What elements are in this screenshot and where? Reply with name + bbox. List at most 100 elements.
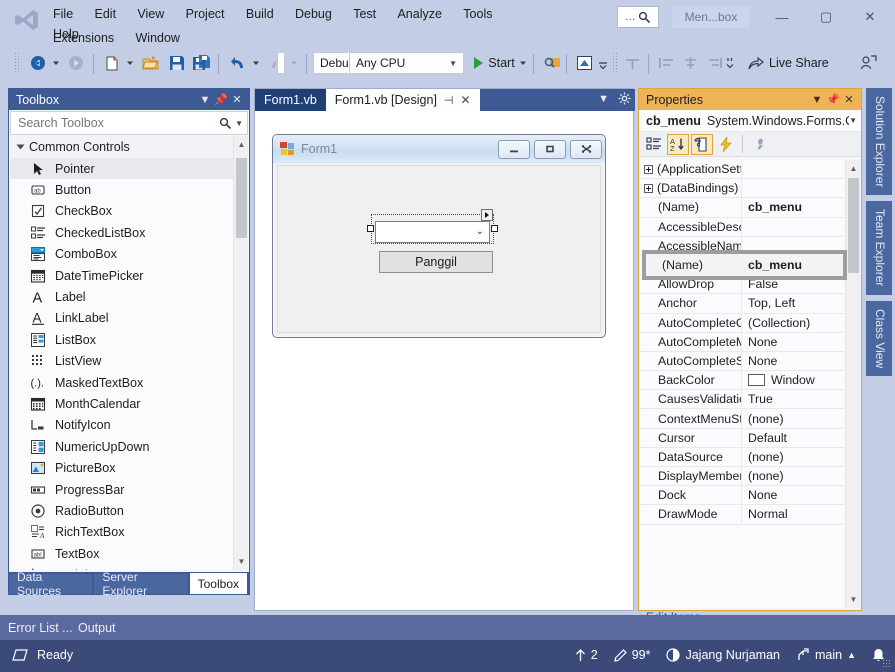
properties-scroll-up-icon[interactable]: ▲ xyxy=(846,160,861,177)
toolbox-item-linklabel[interactable]: A LinkLabel xyxy=(10,308,248,329)
tab-toolbox[interactable]: Toolbox xyxy=(189,573,247,594)
properties-pin-icon[interactable]: 📌 xyxy=(825,93,841,106)
resize-handle-right[interactable] xyxy=(491,225,498,232)
window-maximize-button[interactable]: ▢ xyxy=(804,4,848,30)
properties-scroll-down-icon[interactable]: ▼ xyxy=(846,591,861,608)
toolbox-item-progressbar[interactable]: ProgressBar xyxy=(10,479,248,500)
status-pending-changes[interactable]: 99* xyxy=(613,648,650,662)
properties-close-icon[interactable]: ✕ xyxy=(841,93,857,106)
form-button-panggil[interactable]: Panggil xyxy=(379,251,493,273)
toolbox-group-common-controls[interactable]: Common Controls xyxy=(10,136,248,158)
redo-dropdown[interactable] xyxy=(288,49,300,77)
status-outgoing-commits[interactable]: 2 xyxy=(575,648,598,662)
align-to-grid-button[interactable] xyxy=(620,49,644,77)
properties-object-selector[interactable]: cb_menu System.Windows.Forms.Co ▼ xyxy=(639,110,861,132)
align-centers-button[interactable] xyxy=(678,49,702,77)
toolbox-item-checkbox[interactable]: CheckBox xyxy=(10,201,248,222)
categorized-view-button[interactable] xyxy=(643,134,665,155)
property-row-name[interactable]: (Name) cb_menu xyxy=(640,198,844,218)
resize-grip[interactable] xyxy=(882,659,892,669)
window-minimize-button[interactable]: — xyxy=(760,4,804,30)
new-item-dropdown[interactable] xyxy=(124,49,136,77)
doc-tab-form1-design[interactable]: Form1.vb [Design] ⊣ ✕ xyxy=(325,89,480,111)
menu-edit[interactable]: Edit xyxy=(86,2,126,26)
property-row-autocompletesc[interactable]: AutoCompleteSc None xyxy=(640,351,844,372)
menu-tools[interactable]: Tools xyxy=(454,2,501,26)
tab-server-explorer[interactable]: Server Explorer xyxy=(94,570,188,598)
focused-property-value[interactable]: cb_menu xyxy=(742,258,843,272)
save-button[interactable] xyxy=(165,49,189,77)
menu-test[interactable]: Test xyxy=(344,2,385,26)
toolbox-item-richtextbox[interactable]: A RichTextBox xyxy=(10,522,248,543)
property-row-applicationsetti[interactable]: (ApplicationSetti xyxy=(640,160,844,180)
property-row-backcolor[interactable]: BackColor Window xyxy=(640,371,844,391)
vtab-class-view[interactable]: Class View xyxy=(866,300,892,376)
property-row-datasource[interactable]: DataSource (none) xyxy=(640,447,844,467)
menu-debug[interactable]: Debug xyxy=(286,2,341,26)
toolbox-item-notifyicon[interactable]: NotifyIcon xyxy=(10,415,248,436)
toolbar-overflow-2[interactable] xyxy=(722,49,738,77)
toolbar-grip[interactable] xyxy=(14,52,20,74)
scroll-up-icon[interactable]: ▲ xyxy=(234,136,249,153)
toolbox-item-checkedlistbox[interactable]: CheckedListBox xyxy=(10,222,248,243)
doc-tab-close-icon[interactable]: ✕ xyxy=(461,93,471,107)
status-branch-caret-icon[interactable]: ▲ xyxy=(847,650,856,660)
property-row-contextmenustr[interactable]: ContextMenuStr (none) xyxy=(640,409,844,429)
property-row-drawmode[interactable]: DrawMode Normal xyxy=(640,505,844,525)
menu-analyze[interactable]: Analyze xyxy=(388,2,450,26)
alphabetical-sort-button[interactable]: A Z xyxy=(667,133,689,155)
menu-view[interactable]: View xyxy=(128,2,173,26)
open-file-button[interactable] xyxy=(138,49,162,77)
toolbox-item-picturebox[interactable]: PictureBox xyxy=(10,457,248,478)
property-row-anchor[interactable]: Anchor Top, Left xyxy=(640,294,844,314)
btab-output[interactable]: Output xyxy=(78,619,116,637)
search-icon-toolbox[interactable] xyxy=(219,117,232,130)
property-row-cursor[interactable]: Cursor Default xyxy=(640,428,844,448)
toolbox-item-listview[interactable]: ListView xyxy=(10,351,248,372)
menu-project[interactable]: Project xyxy=(177,2,234,26)
start-debug-button[interactable]: Start xyxy=(470,49,530,77)
events-view-button[interactable] xyxy=(715,134,737,155)
properties-grid[interactable]: (ApplicationSetti (DataBindings) (Name) cb_… xyxy=(640,160,860,608)
toolbox-close-icon[interactable]: ✕ xyxy=(229,93,245,106)
properties-scrollbar[interactable]: ▲ ▼ xyxy=(845,160,860,608)
status-source-control-user[interactable]: Jajang Nurjaman xyxy=(666,648,780,662)
property-row-causesvalidation[interactable]: CausesValidation True xyxy=(640,390,844,410)
property-row-autocompletem[interactable]: AutoCompleteM None xyxy=(640,332,844,352)
properties-view-button[interactable] xyxy=(691,133,713,155)
menu-build[interactable]: Build xyxy=(237,2,283,26)
toolbox-window-menu-icon[interactable]: ▼ xyxy=(197,94,213,106)
toolbox-scrollbar[interactable]: ▲ ▼ xyxy=(233,136,248,570)
toolbox-search-dropdown-icon[interactable]: ▼ xyxy=(235,119,243,128)
btab-error-list[interactable]: Error List ... xyxy=(8,619,73,637)
align-lefts-button[interactable] xyxy=(654,49,678,77)
property-row-autocompletec[interactable]: AutoCompleteC (Collection) xyxy=(640,313,844,333)
toolbox-search-input[interactable] xyxy=(18,116,220,130)
designer-preview-button[interactable] xyxy=(572,49,596,77)
navigate-back-dropdown[interactable] xyxy=(50,49,62,77)
vtab-solution-explorer[interactable]: Solution Explorer xyxy=(866,88,892,196)
solution-explorer-search-button[interactable] xyxy=(540,49,564,77)
platform-combobox[interactable]: Any CPU ▼ xyxy=(349,52,464,74)
property-row-accessibledescri[interactable]: AccessibleDescri xyxy=(640,217,844,237)
account-settings-button[interactable] xyxy=(856,49,880,77)
object-selector-chevron-icon[interactable]: ▼ xyxy=(849,116,857,125)
toolbox-item-listbox[interactable]: ListBox xyxy=(10,329,248,350)
toolbox-item-maskedtextbox[interactable]: (.). MaskedTextBox xyxy=(10,372,248,393)
design-surface[interactable]: Form1 ⌄ Panggil xyxy=(255,111,633,610)
save-all-button[interactable] xyxy=(189,49,213,77)
resize-handle-left[interactable] xyxy=(367,225,374,232)
tab-data-sources[interactable]: Data Sources xyxy=(9,570,93,598)
gear-icon[interactable] xyxy=(618,92,631,105)
property-row-dock[interactable]: Dock None xyxy=(640,486,844,506)
smart-tag-button[interactable] xyxy=(481,209,493,221)
toolbox-item-pointer[interactable]: Pointer xyxy=(10,158,248,180)
toolbox-item-label[interactable]: A Label xyxy=(10,286,248,307)
live-share-button[interactable]: Live Share xyxy=(748,52,829,74)
toolbox-item-radiobutton[interactable]: RadioButton xyxy=(10,500,248,521)
toolbox-item-combobox[interactable]: ComboBox xyxy=(10,244,248,265)
form-combobox-cb-menu[interactable]: ⌄ xyxy=(375,221,490,243)
toolbox-pin-icon[interactable]: 📌 xyxy=(213,93,229,106)
toolbox-item-datetimepicker[interactable]: DateTimePicker xyxy=(10,265,248,286)
toolbar-overflow-1[interactable] xyxy=(596,49,610,77)
